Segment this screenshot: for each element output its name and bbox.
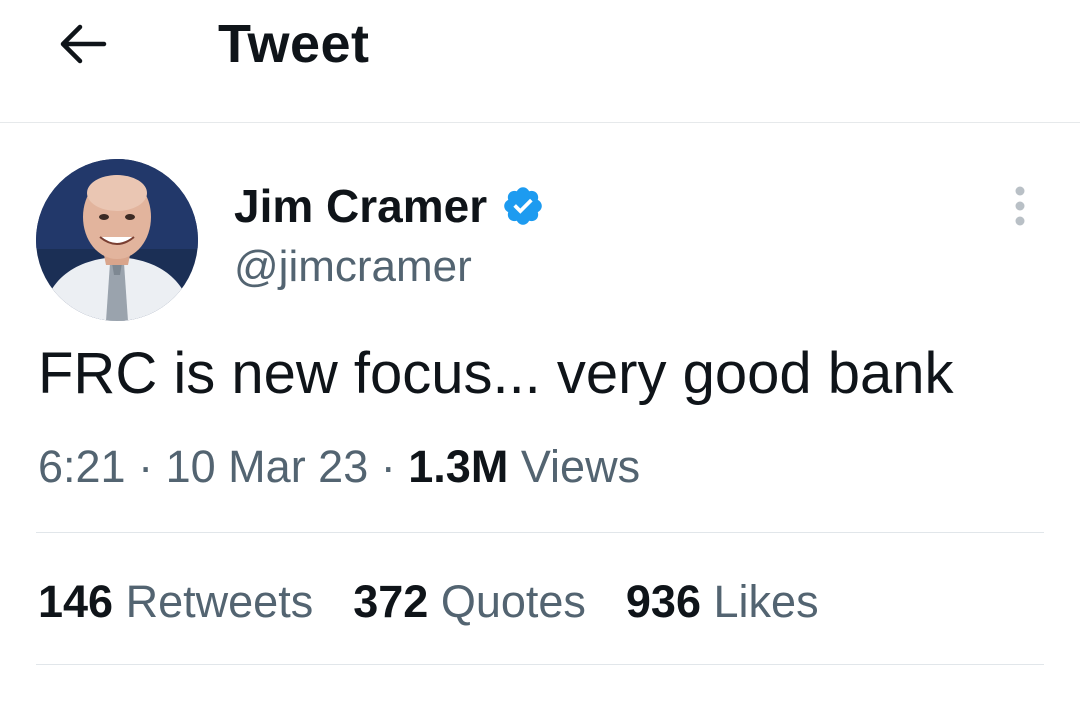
tweet-date[interactable]: 10 Mar 23 [166,441,369,492]
views-count: 1.3M [408,441,509,492]
divider [36,664,1044,665]
avatar[interactable] [36,159,198,321]
tweet-time[interactable]: 6:21 [38,441,126,492]
quotes-count: 372 [353,576,429,627]
quotes-stat[interactable]: 372 Quotes [353,572,586,632]
avatar-image [36,159,198,321]
likes-label: Likes [713,576,819,627]
author-handle[interactable]: @jimcramer [234,238,472,296]
arrow-left-icon [60,24,107,64]
top-bar: Tweet [0,0,1080,123]
meta-separator: · [380,441,396,492]
tweet-meta: 6:21 · 10 Mar 23 · 1.3M Views [38,438,640,496]
back-button[interactable] [48,14,118,74]
more-options-button[interactable] [996,182,1044,230]
divider [36,532,1044,533]
retweets-label: Retweets [125,576,314,627]
likes-count: 936 [625,576,701,627]
retweets-stat[interactable]: 146 Retweets [38,572,313,632]
likes-stat[interactable]: 936 Likes [626,572,819,632]
retweets-count: 146 [38,576,114,627]
meta-separator: · [138,441,154,492]
tweet-stats: 146 Retweets 372 Quotes 936 Likes [38,572,859,632]
quotes-label: Quotes [440,576,586,627]
page-title: Tweet [218,14,370,74]
more-vertical-icon [1015,186,1025,226]
tweet-text: FRC is new focus... very good bank [38,341,954,406]
views-label: Views [520,441,641,492]
author-display-name[interactable]: Jim Cramer [234,176,487,236]
verified-badge-icon [501,184,545,228]
author-name-row: Jim Cramer [234,176,545,236]
